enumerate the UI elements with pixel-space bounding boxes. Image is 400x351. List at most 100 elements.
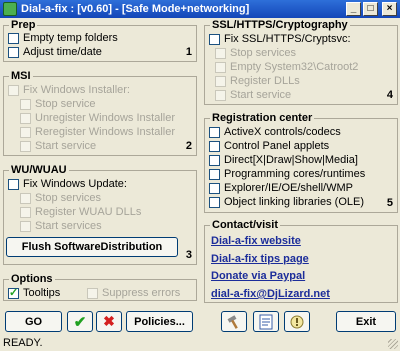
resize-grip-icon[interactable] bbox=[388, 339, 398, 349]
checkbox-box[interactable] bbox=[8, 84, 19, 96]
checkbox-label: Empty System32\Catroot2 bbox=[230, 61, 359, 73]
tooltips-checkbox[interactable]: Tooltips bbox=[8, 286, 60, 300]
reg-ole-checkbox[interactable]: Object linking libraries (OLE) bbox=[209, 195, 364, 209]
checkbox-label: Fix Windows Installer: bbox=[23, 84, 130, 96]
wu-title: WU/WUAU bbox=[9, 164, 69, 176]
checkbox-label: Stop services bbox=[230, 47, 297, 59]
checkbox-label: Unregister Windows Installer bbox=[35, 112, 175, 124]
msi-title: MSI bbox=[9, 70, 33, 82]
checkbox-box[interactable] bbox=[209, 196, 220, 208]
checkbox-box[interactable] bbox=[20, 98, 31, 110]
checkbox-box[interactable] bbox=[209, 154, 220, 166]
checkbox-box[interactable] bbox=[87, 287, 98, 299]
checkbox-label: Direct[X|Draw|Show|Media] bbox=[224, 154, 358, 166]
document-icon bbox=[259, 314, 273, 329]
notes-button[interactable] bbox=[253, 311, 279, 332]
x-icon: ✖ bbox=[103, 313, 115, 329]
website-link[interactable]: Dial-a-fix website bbox=[211, 235, 301, 247]
wu-stop-services-checkbox[interactable]: Stop services bbox=[20, 191, 101, 205]
checkbox-box[interactable] bbox=[209, 140, 220, 152]
prep-empty-temp-checkbox[interactable]: Empty temp folders bbox=[8, 31, 118, 45]
check-all-button[interactable]: ✔ bbox=[67, 311, 93, 332]
uncheck-all-button[interactable]: ✖ bbox=[96, 311, 122, 332]
suppress-errors-checkbox[interactable]: Suppress errors bbox=[87, 286, 180, 300]
reg-programming-checkbox[interactable]: Programming cores/runtimes bbox=[209, 167, 365, 181]
checkbox-box[interactable] bbox=[20, 220, 31, 232]
msi-unregister-checkbox[interactable]: Unregister Windows Installer bbox=[20, 111, 175, 125]
policies-button[interactable]: Policies... bbox=[126, 311, 193, 332]
title-bar: Dial-a-fix : [v0.60] - [Safe Mode+networ… bbox=[0, 0, 400, 18]
checkbox-box[interactable] bbox=[215, 61, 226, 73]
reg-directx-checkbox[interactable]: Direct[X|Draw|Show|Media] bbox=[209, 153, 358, 167]
email-link[interactable]: dial-a-fix@DjLizard.net bbox=[211, 288, 330, 300]
checkbox-label: Stop services bbox=[35, 192, 102, 204]
checkbox-label: Object linking libraries (OLE) bbox=[224, 196, 364, 208]
maximize-button[interactable]: □ bbox=[363, 2, 378, 16]
prep-adjust-time-checkbox[interactable]: Adjust time/date bbox=[8, 45, 102, 59]
checkbox-box[interactable] bbox=[20, 206, 31, 218]
checkbox-box[interactable] bbox=[209, 168, 220, 180]
options-title: Options bbox=[9, 273, 55, 285]
checkbox-label: Control Panel applets bbox=[224, 140, 330, 152]
wu-start-services-checkbox[interactable]: Start services bbox=[20, 219, 102, 233]
checkbox-label: Reregister Windows Installer bbox=[35, 126, 175, 138]
checkbox-box[interactable] bbox=[20, 126, 31, 138]
checkbox-label: Register DLLs bbox=[230, 75, 300, 87]
checkbox-box[interactable] bbox=[215, 47, 226, 59]
checkbox-box[interactable] bbox=[20, 140, 31, 152]
checkbox-box[interactable] bbox=[215, 89, 226, 101]
checkbox-label: Start service bbox=[230, 89, 292, 101]
checkbox-box[interactable] bbox=[8, 32, 19, 44]
wu-register-dlls-checkbox[interactable]: Register WUAU DLLs bbox=[20, 205, 141, 219]
tips-page-link[interactable]: Dial-a-fix tips page bbox=[211, 253, 309, 265]
checkbox-label: Fix SSL/HTTPS/Cryptsvc: bbox=[224, 33, 351, 45]
ssl-number: 4 bbox=[386, 89, 393, 101]
checkbox-label: Explorer/IE/OE/shell/WMP bbox=[224, 182, 353, 194]
msi-reregister-checkbox[interactable]: Reregister Windows Installer bbox=[20, 125, 175, 139]
ssl-empty-catroot2-checkbox[interactable]: Empty System32\Catroot2 bbox=[215, 60, 358, 74]
checkbox-box[interactable] bbox=[8, 286, 19, 299]
ssl-start-service-checkbox[interactable]: Start service bbox=[215, 88, 291, 102]
msi-start-service-checkbox[interactable]: Start service bbox=[20, 139, 96, 153]
checkbox-box[interactable] bbox=[209, 182, 220, 194]
checkbox-box[interactable] bbox=[8, 46, 19, 58]
close-button[interactable]: × bbox=[382, 2, 397, 16]
tools-button[interactable] bbox=[221, 311, 247, 332]
reg-explorer-checkbox[interactable]: Explorer/IE/OE/shell/WMP bbox=[209, 181, 353, 195]
checkbox-label: Programming cores/runtimes bbox=[224, 168, 366, 180]
checkbox-label: Tooltips bbox=[23, 287, 61, 299]
reg-activex-checkbox[interactable]: ActiveX controls/codecs bbox=[209, 125, 341, 139]
checkbox-label: Adjust time/date bbox=[23, 46, 102, 58]
go-button[interactable]: GO bbox=[5, 311, 62, 332]
registration-number: 5 bbox=[386, 197, 393, 209]
help-button[interactable] bbox=[284, 311, 310, 332]
registration-title: Registration center bbox=[210, 112, 315, 124]
checkbox-box[interactable] bbox=[215, 75, 226, 87]
hammer-icon bbox=[227, 314, 238, 329]
flush-softwaredistribution-button[interactable]: Flush SoftwareDistribution bbox=[6, 237, 178, 257]
checkbox-label: Register WUAU DLLs bbox=[35, 206, 142, 218]
ssl-fix-checkbox[interactable]: Fix SSL/HTTPS/Cryptsvc: bbox=[209, 32, 351, 46]
checkbox-label: Suppress errors bbox=[102, 287, 181, 299]
window-title: Dial-a-fix : [v0.60] - [Safe Mode+networ… bbox=[21, 3, 250, 15]
msi-fix-installer-checkbox[interactable]: Fix Windows Installer: bbox=[8, 83, 130, 97]
reg-control-panel-checkbox[interactable]: Control Panel applets bbox=[209, 139, 329, 153]
ssl-register-dlls-checkbox[interactable]: Register DLLs bbox=[215, 74, 300, 88]
exit-button[interactable]: Exit bbox=[336, 311, 396, 332]
ssl-title: SSL/HTTPS/Cryptography bbox=[210, 19, 350, 31]
check-icon: ✔ bbox=[73, 313, 87, 331]
ssl-stop-services-checkbox[interactable]: Stop services bbox=[215, 46, 296, 60]
checkbox-box[interactable] bbox=[209, 126, 220, 138]
wu-number: 3 bbox=[185, 249, 192, 261]
checkbox-label: Stop service bbox=[35, 98, 96, 110]
help-icon bbox=[290, 315, 304, 328]
minimize-button[interactable]: _ bbox=[346, 2, 361, 16]
checkbox-box[interactable] bbox=[8, 178, 19, 190]
checkbox-box[interactable] bbox=[20, 112, 31, 124]
checkbox-box[interactable] bbox=[20, 192, 31, 204]
checkbox-label: ActiveX controls/codecs bbox=[224, 126, 341, 138]
checkbox-box[interactable] bbox=[209, 33, 220, 45]
msi-stop-service-checkbox[interactable]: Stop service bbox=[20, 97, 96, 111]
wu-fix-update-checkbox[interactable]: Fix Windows Update: bbox=[8, 177, 127, 191]
donate-paypal-link[interactable]: Donate via Paypal bbox=[211, 270, 305, 282]
